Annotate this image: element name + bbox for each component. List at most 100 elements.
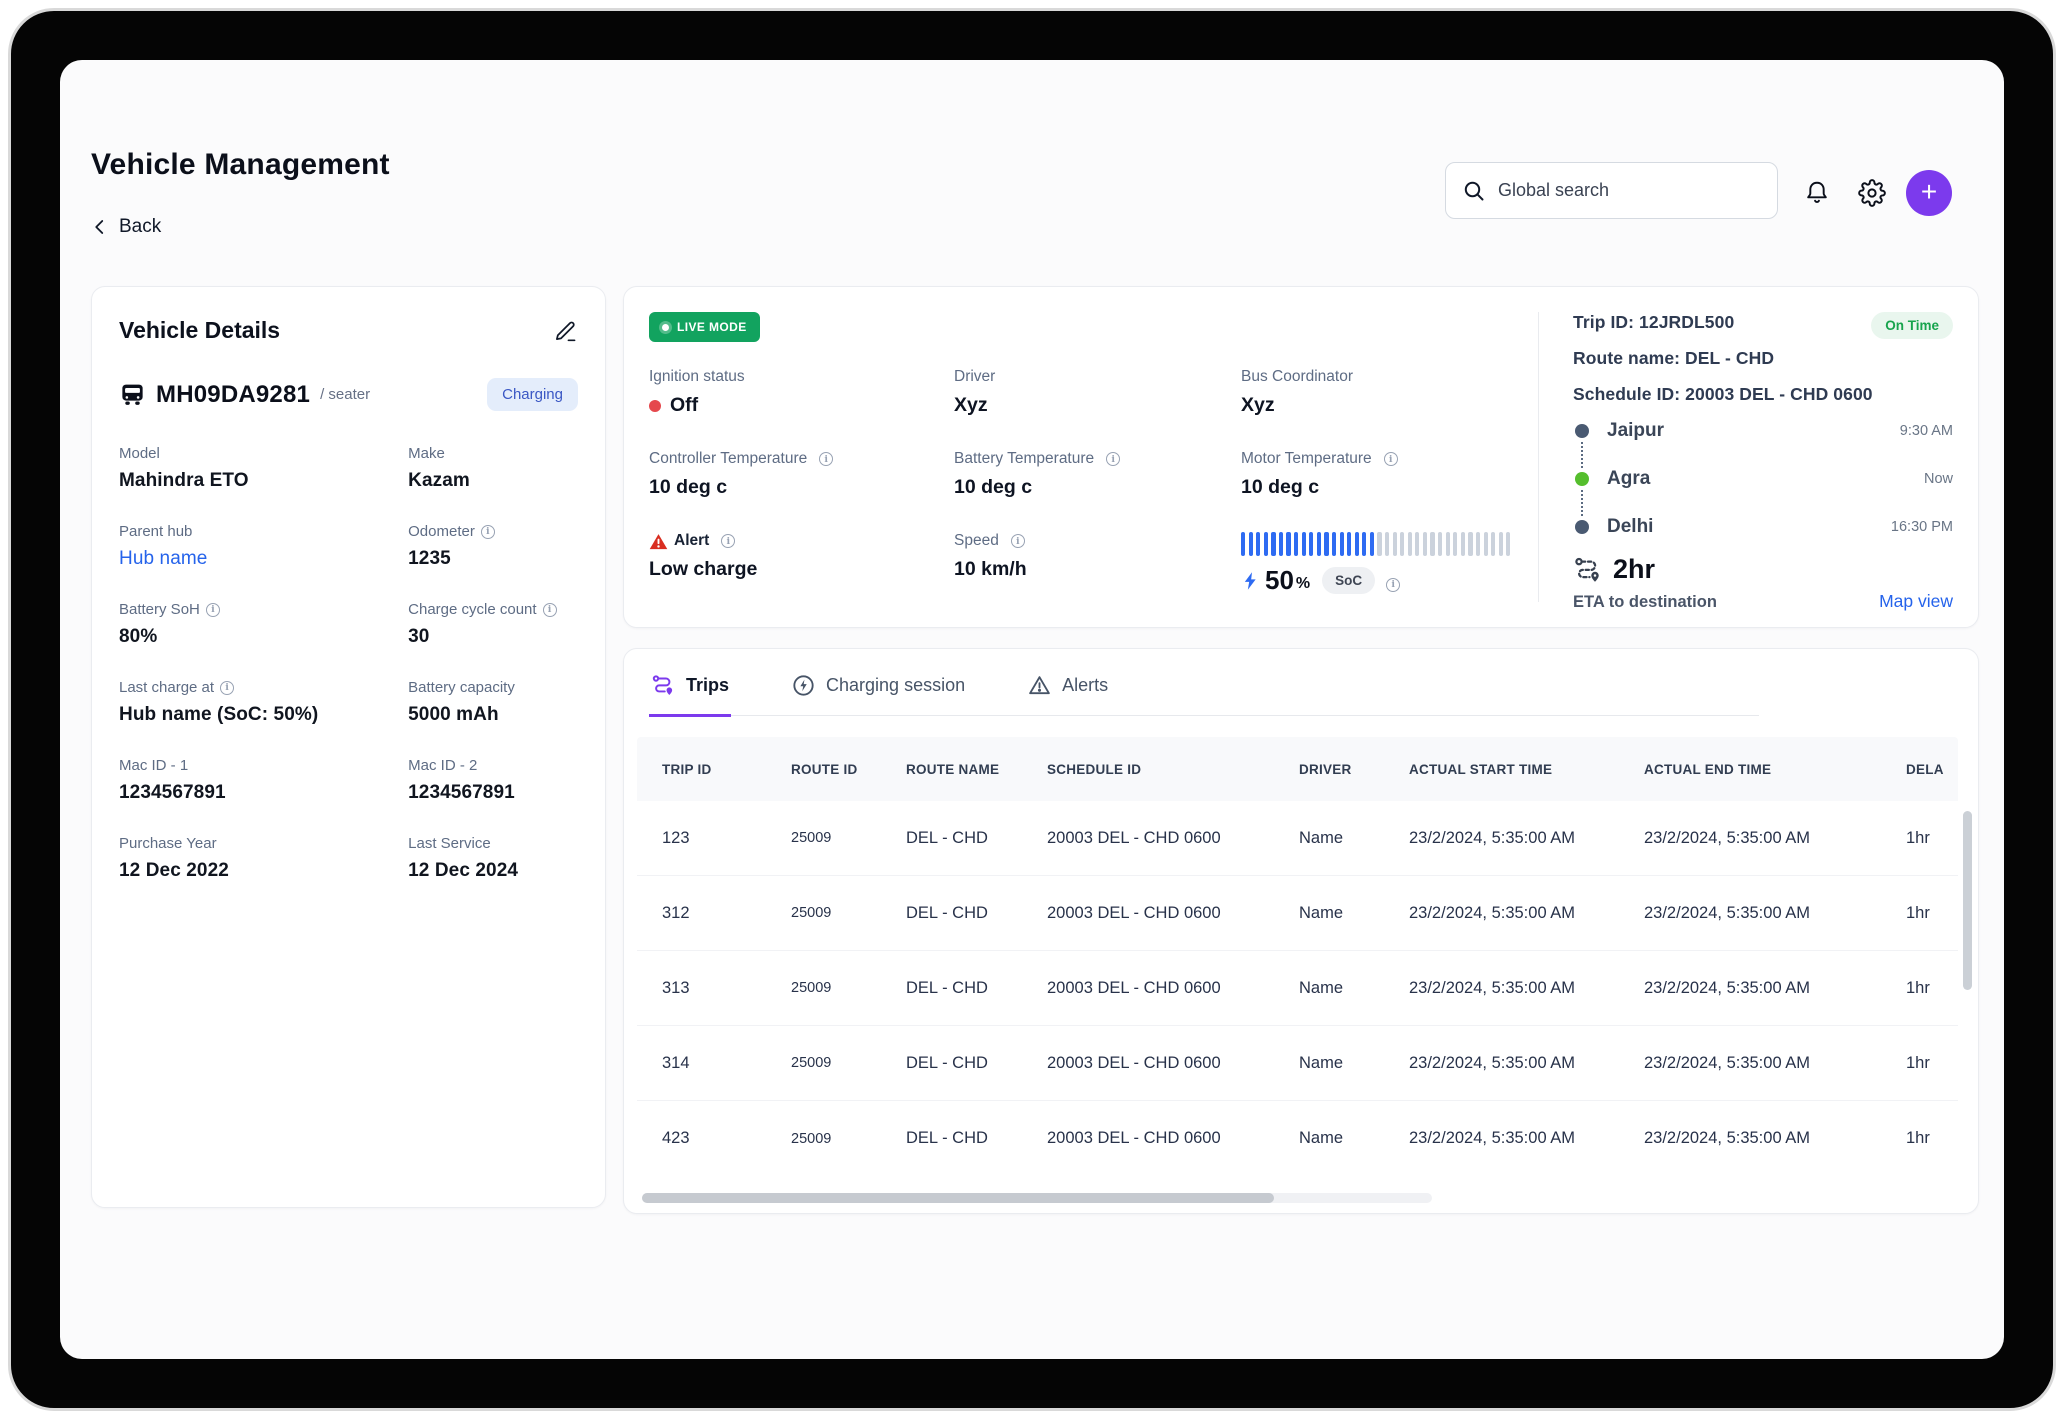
table-cell: 25009 xyxy=(791,1131,906,1147)
info-icon[interactable]: i xyxy=(819,452,833,466)
table-cell: DEL - CHD xyxy=(906,829,1047,848)
search-placeholder: Global search xyxy=(1498,180,1609,201)
soc-widget: 50 % SoC i xyxy=(1241,532,1518,596)
info-icon[interactable]: i xyxy=(220,681,234,695)
soc-bar-segment xyxy=(1430,532,1434,556)
hub-name-link[interactable]: Hub name xyxy=(119,548,394,570)
charging-status-badge: Charging xyxy=(487,378,578,411)
table-cell: 20003 DEL - CHD 0600 xyxy=(1047,979,1299,998)
table-cell: 1hr xyxy=(1906,979,1958,998)
info-icon[interactable]: i xyxy=(481,525,495,539)
soc-bar-segment xyxy=(1279,532,1283,556)
field-odometer: Odometeri1235 xyxy=(408,523,578,570)
table-cell: 25009 xyxy=(791,830,906,846)
table-row[interactable]: 31325009DEL - CHD20003 DEL - CHD 0600Nam… xyxy=(637,951,1958,1026)
alert-triangle-icon xyxy=(649,533,668,550)
search-input[interactable]: Global search xyxy=(1445,162,1778,219)
col-trip-id: TRIP ID xyxy=(662,762,791,777)
stat-motor-temperature: Motor Temperaturei10 deg c xyxy=(1241,450,1518,499)
soc-bar-segment xyxy=(1499,532,1503,556)
table-cell: 23/2/2024, 5:35:00 AM xyxy=(1409,904,1644,923)
ignition-off-dot-icon xyxy=(649,400,661,412)
table-cell: 23/2/2024, 5:35:00 AM xyxy=(1409,1054,1644,1073)
soc-bar-segment xyxy=(1446,532,1450,556)
edit-pencil-icon xyxy=(552,318,578,344)
soc-bar-segment xyxy=(1385,532,1389,556)
app-screen: Vehicle Management Back Global search + … xyxy=(60,60,2004,1359)
warning-triangle-icon xyxy=(1027,673,1052,698)
route-name: Route name: DEL - CHD xyxy=(1573,348,1953,369)
table-row[interactable]: 31225009DEL - CHD20003 DEL - CHD 0600Nam… xyxy=(637,876,1958,951)
add-button[interactable]: + xyxy=(1906,170,1952,216)
soc-bar-segment xyxy=(1309,532,1313,556)
live-telemetry-card: LIVE MODE Ignition statusOff DriverXyz B… xyxy=(623,286,1979,628)
field-charge-cycle-count: Charge cycle counti30 xyxy=(408,601,578,648)
tab-charging-session[interactable]: Charging session xyxy=(789,649,967,717)
table-cell: 23/2/2024, 5:35:00 AM xyxy=(1409,1129,1644,1148)
trips-table-body: 12325009DEL - CHD20003 DEL - CHD 0600Nam… xyxy=(637,801,1958,1176)
table-header: TRIP ID ROUTE ID ROUTE NAME SCHEDULE ID … xyxy=(637,737,1958,801)
vehicle-fields: ModelMahindra ETO MakeKazam Parent hubHu… xyxy=(119,445,578,882)
soc-bar-segment xyxy=(1484,532,1488,556)
table-cell: 25009 xyxy=(791,980,906,996)
notifications-button[interactable] xyxy=(1798,174,1836,212)
table-row[interactable]: 12325009DEL - CHD20003 DEL - CHD 0600Nam… xyxy=(637,801,1958,876)
table-cell: 23/2/2024, 5:35:00 AM xyxy=(1644,1129,1906,1148)
stat-bus-coordinator: Bus CoordinatorXyz xyxy=(1241,368,1518,417)
table-cell: 313 xyxy=(662,979,791,998)
col-delay: DELA xyxy=(1906,762,1958,777)
stat-controller-temperature: Controller Temperaturei10 deg c xyxy=(649,450,954,499)
table-cell: 20003 DEL - CHD 0600 xyxy=(1047,904,1299,923)
table-cell: 23/2/2024, 5:35:00 AM xyxy=(1409,829,1644,848)
soc-bar-segment xyxy=(1264,532,1268,556)
tab-trips[interactable]: Trips xyxy=(649,649,731,717)
table-cell: DEL - CHD xyxy=(906,904,1047,923)
soc-bar-segment xyxy=(1355,532,1359,556)
stop-dot-icon xyxy=(1575,520,1589,534)
settings-button[interactable] xyxy=(1853,174,1891,212)
map-view-link[interactable]: Map view xyxy=(1879,591,1953,612)
info-icon[interactable]: i xyxy=(1011,534,1025,548)
col-route-name: ROUTE NAME xyxy=(906,762,1047,777)
field-make: MakeKazam xyxy=(408,445,578,492)
back-button[interactable]: Back xyxy=(91,216,161,238)
vehicle-details-card: Vehicle Details MH09DA9281 / seater Char… xyxy=(91,286,606,1208)
soc-bar-segment xyxy=(1476,532,1480,556)
col-driver: DRIVER xyxy=(1299,762,1409,777)
table-row[interactable]: 31425009DEL - CHD20003 DEL - CHD 0600Nam… xyxy=(637,1026,1958,1101)
vertical-scrollbar[interactable] xyxy=(1963,811,1972,990)
table-cell: DEL - CHD xyxy=(906,979,1047,998)
field-last-service: Last Service12 Dec 2024 xyxy=(408,835,578,882)
table-cell: 1hr xyxy=(1906,829,1958,848)
edit-vehicle-button[interactable] xyxy=(552,318,578,344)
info-icon[interactable]: i xyxy=(721,534,735,548)
trips-route-icon xyxy=(651,673,676,698)
bus-icon xyxy=(119,381,146,408)
timeline-stop: Delhi16:30 PM xyxy=(1575,516,1953,538)
soc-bar-segment xyxy=(1491,532,1495,556)
table-cell: 23/2/2024, 5:35:00 AM xyxy=(1644,904,1906,923)
on-time-badge: On Time xyxy=(1871,312,1953,339)
info-icon[interactable]: i xyxy=(1386,578,1400,592)
soc-bar-segment xyxy=(1377,532,1381,556)
tab-alerts[interactable]: Alerts xyxy=(1025,649,1110,717)
table-cell: 1hr xyxy=(1906,1129,1958,1148)
charging-bolt-circle-icon xyxy=(791,673,816,698)
live-stats-panel: LIVE MODE Ignition statusOff DriverXyz B… xyxy=(649,312,1539,602)
info-icon[interactable]: i xyxy=(1106,452,1120,466)
table-row[interactable]: 42325009DEL - CHD20003 DEL - CHD 0600Nam… xyxy=(637,1101,1958,1176)
soc-bar-segment xyxy=(1286,532,1290,556)
table-cell: DEL - CHD xyxy=(906,1054,1047,1073)
live-mode-badge: LIVE MODE xyxy=(649,312,760,342)
info-icon[interactable]: i xyxy=(206,603,220,617)
soc-bar-segment xyxy=(1302,532,1306,556)
table-cell: 312 xyxy=(662,904,791,923)
table-cell: Name xyxy=(1299,979,1409,998)
info-icon[interactable]: i xyxy=(543,603,557,617)
table-cell: 314 xyxy=(662,1054,791,1073)
info-icon[interactable]: i xyxy=(1384,452,1398,466)
soc-bar-segment xyxy=(1506,532,1510,556)
timeline-connector xyxy=(1581,490,1953,516)
field-purchase-year: Purchase Year12 Dec 2022 xyxy=(119,835,394,882)
horizontal-scrollbar[interactable] xyxy=(642,1193,1274,1203)
